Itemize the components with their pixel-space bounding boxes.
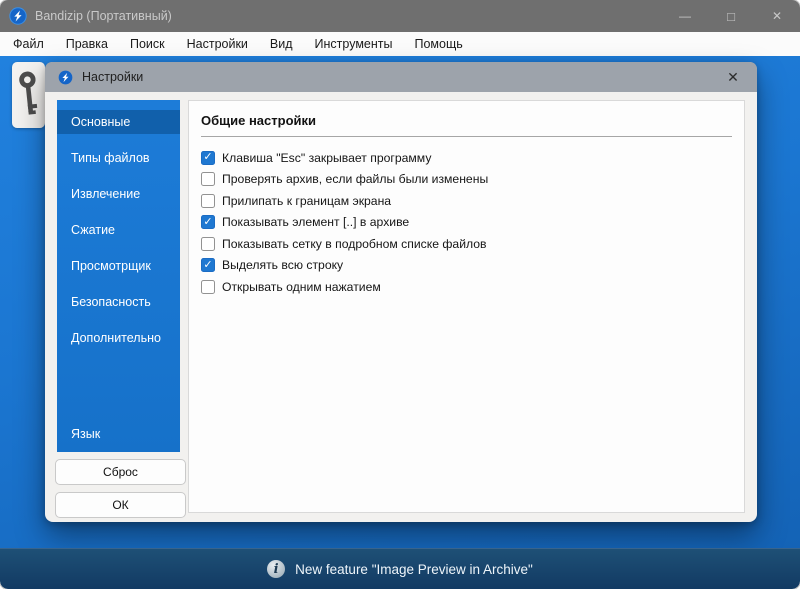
checkbox-label: Выделять всю строку — [222, 258, 344, 273]
heading-separator — [201, 136, 732, 137]
sidebar-item[interactable]: Язык — [57, 422, 180, 446]
reset-button[interactable]: Сброс — [55, 459, 186, 485]
info-icon: i — [267, 560, 286, 578]
checkbox[interactable] — [201, 236, 215, 251]
status-bar: i New feature "Image Preview in Archive" — [0, 548, 800, 589]
menu-item[interactable]: Файл — [2, 32, 55, 56]
checkbox-row[interactable]: Показывать элемент [..] в архиве — [201, 212, 744, 234]
menu-item[interactable]: Помощь — [403, 32, 473, 56]
sidebar-item[interactable]: Просмотрщик — [57, 254, 180, 278]
bandizip-logo-icon — [58, 70, 73, 85]
main-titlebar: Bandizip (Портативный) — □ ✕ — [0, 0, 800, 32]
checkbox-row[interactable]: Показывать сетку в подробном списке файл… — [201, 233, 744, 255]
checkbox-label: Показывать сетку в подробном списке файл… — [222, 236, 487, 251]
menu-item[interactable]: Поиск — [119, 32, 176, 56]
status-message[interactable]: New feature "Image Preview in Archive" — [295, 562, 533, 577]
checkbox-row[interactable]: Проверять архив, если файлы были изменен… — [201, 169, 744, 191]
checkbox-label: Проверять архив, если файлы были изменен… — [222, 172, 489, 187]
bandizip-main-window: Bandizip (Портативный) — □ ✕ Файл Правка… — [0, 0, 800, 589]
minimize-button[interactable]: — — [662, 0, 708, 32]
key-icon — [18, 71, 37, 115]
checkbox[interactable] — [201, 215, 215, 230]
panel-heading: Общие настройки — [201, 113, 316, 128]
checkbox-row[interactable]: Выделять всю строку — [201, 255, 744, 277]
settings-checkbox-list: Клавиша "Esc" закрывает программу Провер… — [201, 147, 744, 298]
checkbox[interactable] — [201, 193, 215, 208]
checkbox[interactable] — [201, 258, 215, 273]
menu-bar: Файл Правка Поиск Настройки Вид Инструме… — [0, 32, 800, 56]
checkbox-row[interactable]: Клавиша "Esc" закрывает программу — [201, 147, 744, 169]
menu-item[interactable]: Правка — [55, 32, 119, 56]
close-button[interactable]: ✕ — [754, 0, 800, 32]
sidebar-item[interactable]: Основные — [57, 110, 180, 134]
checkbox-label: Открывать одним нажатием — [222, 279, 381, 294]
checkbox-row[interactable]: Открывать одним нажатием — [201, 276, 744, 298]
sidebar-item[interactable]: Типы файлов — [57, 146, 180, 170]
checkbox-label: Показывать элемент [..] в архиве — [222, 215, 410, 230]
sidebar-item[interactable]: Дополнительно — [57, 326, 180, 350]
ok-button[interactable]: ОК — [55, 492, 186, 518]
checkbox-label: Клавиша "Esc" закрывает программу — [222, 150, 432, 165]
window-title: Bandizip (Портативный) — [35, 9, 172, 23]
checkbox[interactable] — [201, 150, 215, 165]
sidebar-item[interactable]: Извлечение — [57, 182, 180, 206]
sidebar-item[interactable]: Безопасность — [57, 290, 180, 314]
checkbox-label: Прилипать к границам экрана — [222, 193, 392, 208]
checkbox[interactable] — [201, 279, 215, 294]
sidebar-item[interactable]: Сжатие — [57, 218, 180, 242]
dialog-titlebar: Настройки ✕ — [45, 62, 757, 92]
checkbox-row[interactable]: Прилипать к границам экрана — [201, 190, 744, 212]
archive-item-tile[interactable] — [12, 62, 45, 128]
window-controls: — □ ✕ — [662, 0, 800, 32]
settings-sidebar: Основные Типы файлов Извлечение Сжатие П… — [57, 100, 180, 452]
general-settings-panel: Общие настройки Клавиша "Esc" закрывает … — [188, 100, 745, 513]
bandizip-logo-icon — [9, 7, 27, 25]
dialog-close-button[interactable]: ✕ — [711, 62, 755, 92]
checkbox[interactable] — [201, 172, 215, 187]
menu-item[interactable]: Инструменты — [304, 32, 404, 56]
menu-item[interactable]: Настройки — [176, 32, 259, 56]
maximize-button[interactable]: □ — [708, 0, 754, 32]
menu-item[interactable]: Вид — [259, 32, 304, 56]
dialog-title: Настройки — [82, 70, 144, 84]
settings-dialog: Настройки ✕ Основные Типы файлов Извлече… — [45, 62, 757, 522]
